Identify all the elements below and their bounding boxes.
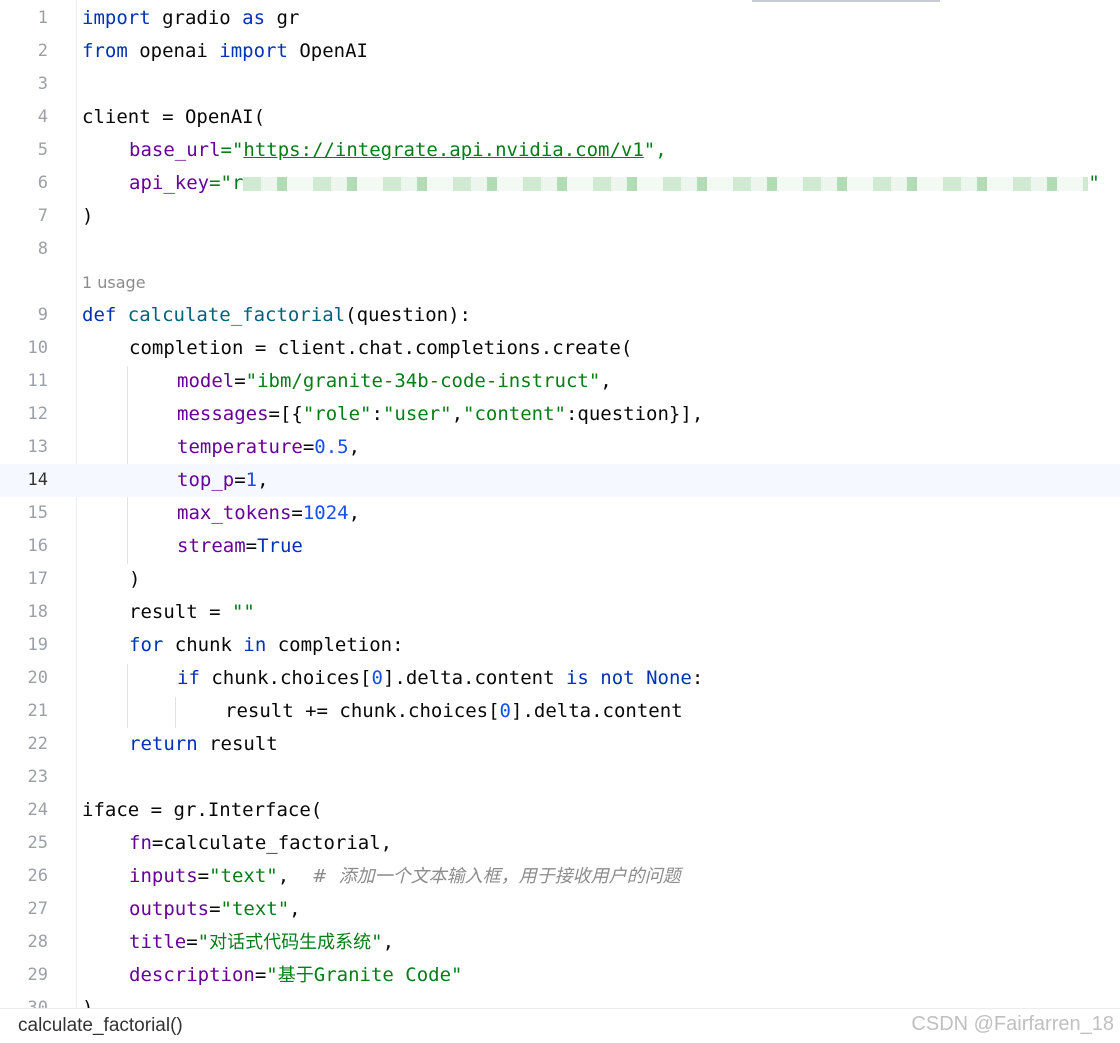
- code-text: title="对话式代码生成系统",: [129, 931, 395, 953]
- code-line[interactable]: 20 if chunk.choices[0].delta.content is …: [0, 662, 1120, 695]
- code-line[interactable]: 28 title="对话式代码生成系统",: [0, 926, 1120, 959]
- code-text: import gradio as gr: [82, 7, 300, 29]
- code-line-partial[interactable]: 30 ): [0, 992, 1120, 1008]
- line-number: 26: [27, 866, 48, 886]
- code-text: from openai import OpenAI: [82, 40, 368, 62]
- code-text: outputs="text",: [129, 898, 301, 920]
- line-number: 2: [37, 41, 48, 61]
- code-text: return result: [129, 733, 278, 755]
- line-number: 6: [37, 173, 48, 193]
- line-number: 5: [37, 140, 48, 160]
- code-line[interactable]: 26 inputs="text", # 添加一个文本输入框，用于接收用户的问题: [0, 860, 1120, 893]
- current-code-line[interactable]: 14 top_p=1,: [0, 464, 1120, 497]
- code-line[interactable]: 10 completion = client.chat.completions.…: [0, 332, 1120, 365]
- code-text: client = OpenAI(: [82, 106, 266, 128]
- line-number: 3: [37, 74, 48, 94]
- code-line[interactable]: 8: [0, 233, 1120, 266]
- code-comment: # 添加一个文本输入框，用于接收用户的问题: [312, 866, 681, 887]
- code-text: result = "": [129, 601, 255, 623]
- code-text: inputs="text", # 添加一个文本输入框，用于接收用户的问题: [129, 865, 681, 887]
- code-line[interactable]: 11 model="ibm/granite-34b-code-instruct"…: [0, 365, 1120, 398]
- line-number: 13: [27, 437, 48, 457]
- line-number: 21: [27, 701, 48, 721]
- breadcrumb-function[interactable]: calculate_factorial(): [18, 1009, 183, 1043]
- editor-breadcrumb-bar: calculate_factorial() CSDN @Fairfarren_1…: [0, 1008, 1120, 1043]
- line-number: 4: [37, 107, 48, 127]
- line-number: 1: [37, 8, 48, 28]
- code-line[interactable]: 16 stream=True: [0, 530, 1120, 563]
- code-text: iface = gr.Interface(: [82, 799, 323, 821]
- line-number: 27: [27, 899, 48, 919]
- line-number: 11: [27, 371, 48, 391]
- line-number: 30: [27, 998, 48, 1008]
- code-text: completion = client.chat.completions.cre…: [129, 337, 633, 359]
- code-text: fn=calculate_factorial,: [129, 832, 393, 854]
- code-line[interactable]: 1 import gradio as gr: [0, 2, 1120, 35]
- code-line[interactable]: 21 result += chunk.choices[0].delta.cont…: [0, 695, 1120, 728]
- code-text: result += chunk.choices[0].delta.content: [225, 700, 683, 722]
- line-number: 15: [27, 503, 48, 523]
- code-line[interactable]: 25 fn=calculate_factorial,: [0, 827, 1120, 860]
- code-line[interactable]: 22 return result: [0, 728, 1120, 761]
- line-number: 25: [27, 833, 48, 853]
- code-line[interactable]: 18 result = "": [0, 596, 1120, 629]
- code-line[interactable]: 7 ): [0, 200, 1120, 233]
- usage-inlay-hint[interactable]: 1 usage: [82, 268, 146, 298]
- line-number: 14: [27, 470, 48, 490]
- code-line[interactable]: 17 ): [0, 563, 1120, 596]
- line-number: 9: [37, 305, 48, 325]
- code-line[interactable]: 15 max_tokens=1024,: [0, 497, 1120, 530]
- url-link[interactable]: https://integrate.api.nvidia.com/v1: [243, 139, 643, 161]
- line-number: 22: [27, 734, 48, 754]
- code-text: model="ibm/granite-34b-code-instruct",: [177, 370, 612, 392]
- line-number: 8: [37, 239, 48, 259]
- code-text: messages=[{"role":"user","content":quest…: [177, 403, 704, 425]
- code-text: temperature=0.5,: [177, 436, 361, 458]
- code-text: def calculate_factorial(question):: [82, 304, 471, 326]
- line-number: 28: [27, 932, 48, 952]
- line-number: 24: [27, 800, 48, 820]
- line-number: 10: [27, 338, 48, 358]
- code-text: api_key="r ": [129, 172, 1100, 194]
- code-editor[interactable]: 1 import gradio as gr 2 from openai impo…: [0, 0, 1120, 1008]
- redacted-api-key: [243, 176, 1089, 191]
- line-number: 16: [27, 536, 48, 556]
- code-line[interactable]: 24 iface = gr.Interface(: [0, 794, 1120, 827]
- code-line[interactable]: 29 description="基于Granite Code": [0, 959, 1120, 992]
- code-line[interactable]: 12 messages=[{"role":"user","content":qu…: [0, 398, 1120, 431]
- line-number: 18: [27, 602, 48, 622]
- code-text: top_p=1,: [177, 469, 269, 491]
- code-text: ): [129, 568, 141, 590]
- code-text: description="基于Granite Code": [129, 964, 463, 986]
- line-number: 29: [27, 965, 48, 985]
- code-text: ): [82, 205, 94, 227]
- code-text: stream=True: [177, 535, 303, 557]
- code-text: base_url="https://integrate.api.nvidia.c…: [129, 139, 667, 161]
- line-number: 23: [27, 767, 48, 787]
- code-line[interactable]: 5 base_url="https://integrate.api.nvidia…: [0, 134, 1120, 167]
- code-text: if chunk.choices[0].delta.content is not…: [177, 667, 704, 689]
- line-number: 20: [27, 668, 48, 688]
- code-line[interactable]: 27 outputs="text",: [0, 893, 1120, 926]
- line-number: 7: [37, 206, 48, 226]
- code-line[interactable]: 19 for chunk in completion:: [0, 629, 1120, 662]
- code-line[interactable]: 2 from openai import OpenAI: [0, 35, 1120, 68]
- code-line[interactable]: 4 client = OpenAI(: [0, 101, 1120, 134]
- line-number: 17: [27, 569, 48, 589]
- code-line[interactable]: 9 def calculate_factorial(question):: [0, 299, 1120, 332]
- code-text: for chunk in completion:: [129, 634, 404, 656]
- line-number: 12: [27, 404, 48, 424]
- code-line[interactable]: 3: [0, 68, 1120, 101]
- code-text: ): [82, 997, 94, 1008]
- line-number: 19: [27, 635, 48, 655]
- code-line[interactable]: 23: [0, 761, 1120, 794]
- code-line[interactable]: 6 api_key="r ": [0, 167, 1120, 200]
- code-text: max_tokens=1024,: [177, 502, 361, 524]
- code-line[interactable]: 13 temperature=0.5,: [0, 431, 1120, 464]
- watermark: CSDN @Fairfarren_18: [911, 1013, 1114, 1035]
